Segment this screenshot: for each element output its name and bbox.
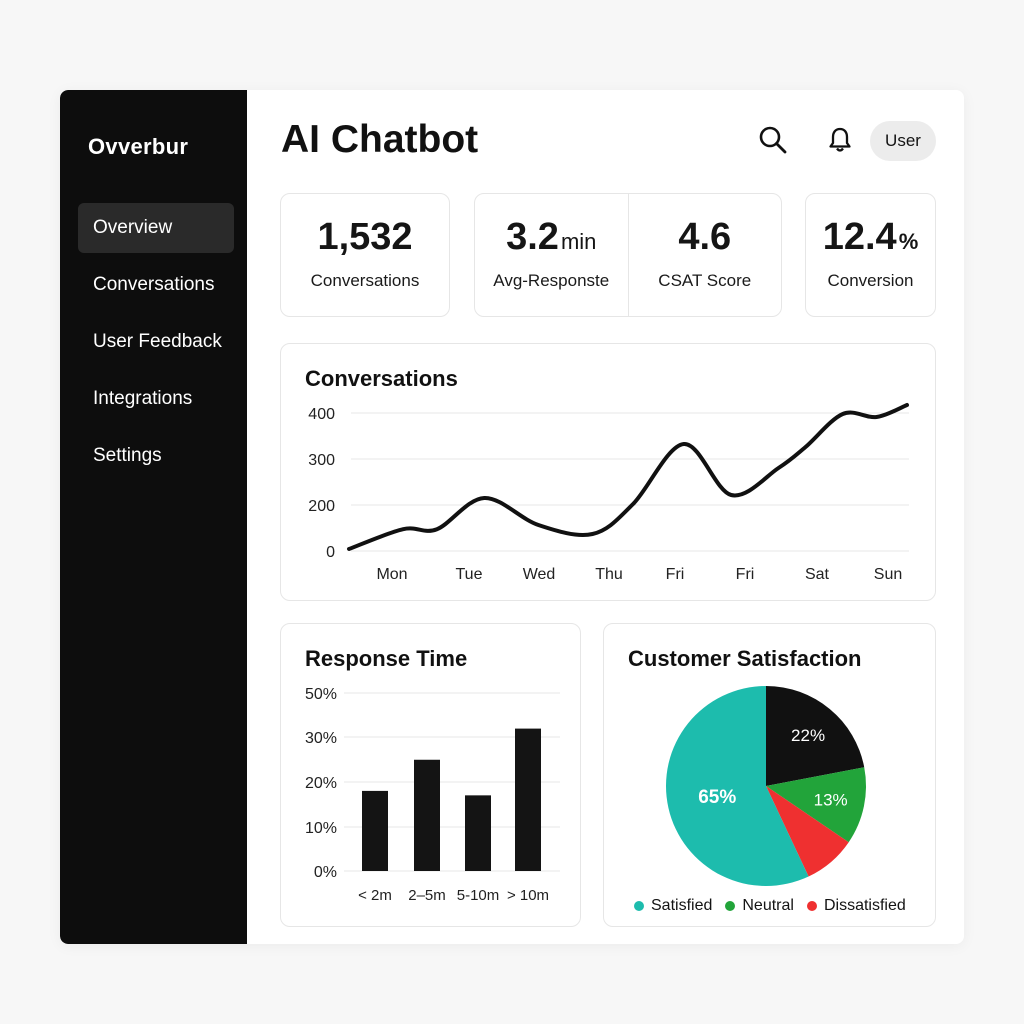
kpi-value: 1,532 [317, 216, 413, 258]
x-tick-label: Fri [736, 566, 755, 583]
bar-3 [515, 728, 541, 871]
brand-logo: Ovverbur [88, 134, 189, 159]
search-icon[interactable] [755, 122, 791, 158]
response-time-bar-chart: 50% 30% 20% 10% 0% < 2m 2–5m 5-10m > 10m [305, 686, 560, 904]
conversations-chart-card: Conversations 400 300 200 0 Mon Tue Wed Thu Fri F… [280, 343, 936, 601]
x-tick-label: Sun [874, 566, 902, 583]
legend-swatch [725, 901, 736, 911]
pie-legend: Satisfied Neutral Dissatisfied [634, 897, 906, 915]
kpi-card-conversion: 12.4% Conversion [805, 193, 936, 317]
kpi-avg-response: 3.2min Avg-Responste [475, 194, 628, 316]
app-window: Ovverbur Overview Conversations User Fee… [60, 90, 964, 944]
y-tick-label: 0 [326, 544, 335, 561]
response-time-chart-card: Response Time 50% 30% 20% 10% 0% < 2m 2–5m 5-10… [280, 623, 581, 927]
kpi-number: 3.2 [506, 216, 559, 258]
bar-2 [465, 795, 491, 871]
legend-item-neutral: Neutral [725, 897, 794, 915]
kpi-label: CSAT Score [658, 271, 752, 290]
main-content: AI Chatbot User 1,532 Conversations 3.2m… [247, 90, 964, 944]
x-tick-label: Fri [666, 566, 685, 583]
sidebar-item-conversations[interactable]: Conversations [78, 260, 234, 310]
bar-1 [414, 759, 440, 871]
x-tick-label: Thu [595, 566, 623, 583]
y-tick-label: 200 [308, 498, 335, 515]
kpi-card-group: 3.2min Avg-Responste 4.6 CSAT Score [474, 193, 782, 317]
kpi-unit: % [898, 229, 919, 254]
legend-item-satisfied: Satisfied [634, 897, 712, 915]
x-tick-label: < 2m [358, 887, 392, 904]
x-tick-label: Wed [523, 566, 556, 583]
kpi-csat: 4.6 CSAT Score [629, 194, 782, 316]
sidebar-item-user-feedback[interactable]: User Feedback [78, 317, 234, 367]
kpi-unit: min [560, 229, 597, 254]
x-tick-label: 2–5m [408, 887, 446, 904]
x-tick-label: 5-10m [457, 887, 500, 904]
sidebar-item-settings[interactable]: Settings [78, 431, 234, 481]
kpi-value: 3.2min [506, 216, 596, 259]
sidebar-item-integrations[interactable]: Integrations [78, 374, 234, 424]
y-tick-label: 0% [314, 864, 337, 881]
y-tick-label: 20% [305, 775, 337, 792]
x-tick-label: Mon [376, 566, 407, 583]
kpi-label: Avg-Responste [493, 271, 610, 290]
kpi-number: 12.4 [822, 216, 897, 258]
kpi-value: 4.6 [678, 216, 732, 258]
pie-slice-label: 65% [698, 787, 736, 808]
pie-slice-label: 13% [814, 790, 848, 809]
bar-0 [362, 790, 388, 871]
conversations-line-chart: 400 300 200 0 Mon Tue Wed Thu Fri Fri Sat Sun [308, 403, 909, 583]
sidebar: Ovverbur Overview Conversations User Fee… [60, 90, 247, 944]
x-tick-label: Sat [805, 566, 830, 583]
legend-label: Satisfied [651, 897, 713, 914]
page-title: AI Chatbot [281, 118, 479, 161]
series-line-conversations [347, 403, 909, 551]
kpi-card-conversations: 1,532 Conversations [280, 193, 450, 317]
pie-slice-label: 22% [791, 726, 825, 745]
y-tick-label: 400 [308, 406, 335, 423]
legend-item-dissatisfied: Dissatisfied [806, 897, 906, 915]
sidebar-nav: Overview Conversations User Feedback Int… [78, 203, 234, 488]
y-tick-label: 10% [305, 820, 337, 837]
bell-icon[interactable] [822, 122, 858, 158]
legend-label: Neutral [742, 897, 794, 914]
kpi-value: 12.4% [823, 216, 919, 259]
x-tick-label: Tue [456, 566, 483, 583]
y-tick-label: 300 [308, 452, 335, 469]
legend-swatch [806, 901, 817, 911]
sidebar-item-overview[interactable]: Overview [78, 203, 234, 253]
legend-label: Dissatisfied [823, 897, 906, 914]
user-menu-button[interactable]: User [870, 121, 936, 161]
customer-satisfaction-card: Customer Satisfaction 22% 13% 65% Satisfie… [603, 623, 936, 927]
kpi-label: Conversations [310, 271, 420, 290]
y-tick-label: 50% [305, 686, 337, 703]
y-tick-label: 30% [305, 730, 337, 747]
kpi-label: Conversion [827, 271, 914, 290]
x-tick-label: > 10m [507, 887, 549, 904]
customer-satisfaction-pie-chart: 22% 13% 65% [666, 686, 866, 886]
legend-swatch [634, 901, 644, 911]
